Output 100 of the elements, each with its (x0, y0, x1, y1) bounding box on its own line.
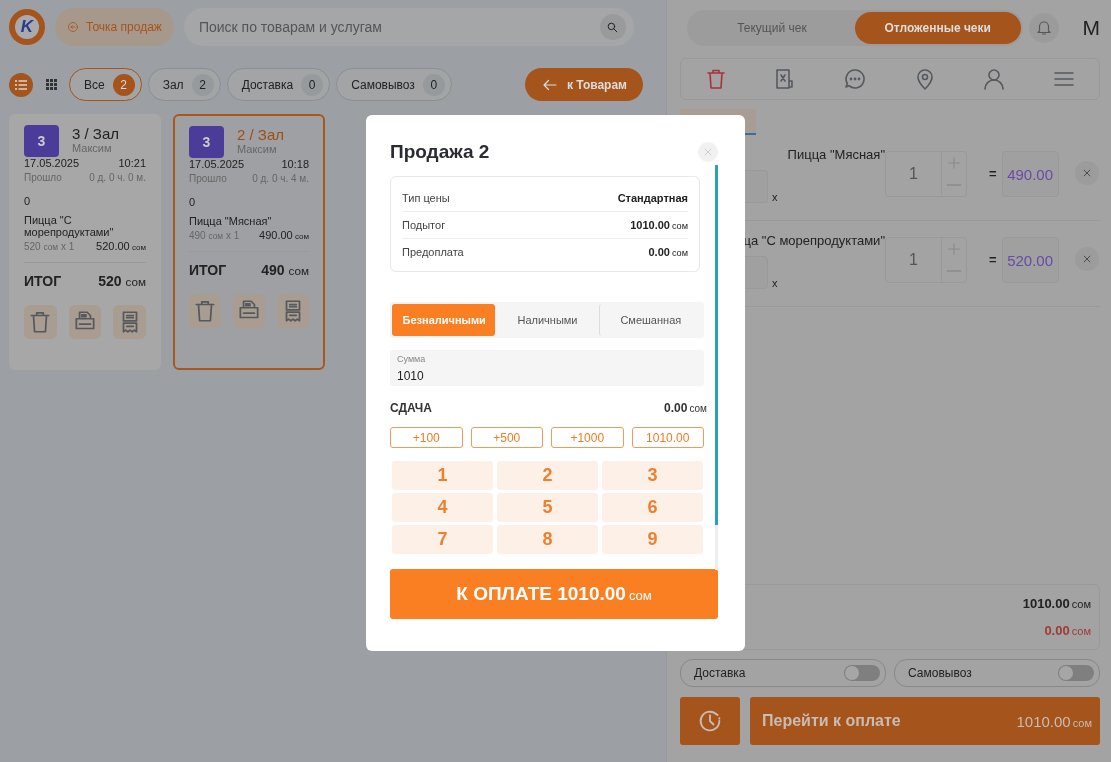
order-title: 3 / Зал (72, 125, 119, 142)
toggle-switch[interactable] (1058, 665, 1094, 681)
keypad-key[interactable]: 9 (602, 525, 703, 554)
equals-sign: = (989, 252, 997, 267)
print-button[interactable] (233, 294, 265, 328)
order-date: 17.05.2025 (24, 157, 80, 169)
bell-icon (1034, 19, 1053, 37)
receipt-tab[interactable]: Отложенные чеки (854, 12, 1021, 44)
payment-method-tab[interactable]: Безналичными (392, 304, 496, 336)
order-date: 17.05.2025 (189, 158, 245, 170)
chat-bubble-icon (843, 67, 868, 91)
order-total: 1010.00сом (1022, 596, 1091, 611)
multiply-sign: x (772, 191, 778, 203)
toggle-label: Самовывоз (908, 666, 972, 680)
comment-tool[interactable] (843, 67, 868, 91)
total-label: ИТОГ (24, 273, 62, 289)
trash-icon (192, 298, 218, 324)
keypad-key[interactable]: 7 (392, 525, 493, 554)
quick-amount-button[interactable]: +500 (470, 427, 543, 448)
delete-button[interactable] (189, 294, 221, 328)
search-icon (606, 20, 620, 34)
item-sum: 490.00 сом (259, 229, 309, 241)
close-icon (703, 147, 713, 157)
close-icon (1081, 254, 1092, 264)
multiply-sign: x (772, 277, 778, 289)
order-time: 10:18 (281, 158, 309, 170)
quick-amount-button[interactable]: +1000 (551, 427, 624, 448)
line-sum: 490.00 (1001, 151, 1059, 197)
close-icon (1081, 168, 1092, 178)
keypad-key[interactable]: 3 (602, 461, 703, 490)
field-label: Сумма (397, 354, 426, 364)
filter-chip[interactable]: Самовывоз 0 (336, 68, 452, 101)
unit-price: 520 сом x 1 (24, 241, 75, 252)
info-value: Стандартная (617, 192, 688, 204)
info-value: 0.00 сом (648, 246, 688, 258)
close-button[interactable] (698, 142, 718, 162)
customer-tool[interactable] (982, 67, 1007, 91)
toggle-label: Доставка (694, 666, 746, 680)
pay-button[interactable]: К ОПЛАТЕ 1010.00 сом (390, 569, 718, 619)
total-amount: 490 сом (261, 262, 309, 278)
receipt-button[interactable] (277, 294, 309, 328)
table-badge: 3 (189, 126, 224, 158)
view-mode-button[interactable] (9, 72, 33, 97)
order-card[interactable]: 3 3 / Зал Максим 17.05.2025 10:21 Прошло 0 д. 0 ч. 0 м. 0 Пицца "С морепродуктами" 520 сом x 1 520.00 сом ИТОГ 520 сом (9, 114, 161, 370)
guest-count: 0 (24, 195, 31, 207)
info-label: Тип цены (402, 192, 450, 204)
item-name: Пицца "С морепродуктами" (24, 214, 115, 238)
payment-method-tab[interactable]: Смешанная (598, 304, 702, 336)
user-initial[interactable]: М (1082, 16, 1100, 40)
quick-amount-button[interactable]: 1010.00 (631, 427, 704, 448)
keypad-key[interactable]: 5 (497, 493, 598, 522)
info-label: Предоплата (402, 246, 464, 258)
item-name: Пицца "Мясная" (787, 147, 885, 162)
list-icon (15, 79, 27, 90)
keypad-key[interactable]: 6 (602, 493, 703, 522)
waiter-name: Максим (72, 142, 113, 154)
print-button[interactable] (68, 305, 102, 339)
keypad-key[interactable]: 8 (497, 525, 598, 554)
change-amount: 0.00 сом (664, 401, 707, 415)
order-time: 10:21 (118, 157, 146, 169)
elapsed-label: Прошло (24, 172, 62, 183)
point-of-sale-button[interactable]: Точка продаж (55, 8, 174, 46)
search-field[interactable]: Поиск по товарам и услугам (183, 8, 634, 46)
waiter-name: Максим (237, 143, 278, 155)
receipt-button[interactable] (113, 305, 146, 339)
total-label: ИТОГ (189, 262, 227, 278)
payment-method-tab[interactable]: Наличными (495, 304, 599, 336)
unit-price: 490 сом x 1 (189, 230, 240, 241)
keypad-key[interactable]: 4 (392, 493, 493, 522)
item-name: Пицца "Мясная" (189, 215, 273, 227)
quick-amount-button[interactable]: +100 (390, 427, 463, 448)
total-amount: 520 сом (98, 273, 146, 289)
item-sum: 520.00 сом (96, 240, 146, 252)
dialog-title: Продажа 2 (390, 141, 490, 163)
filter-chip[interactable]: Доставка 0 (226, 68, 331, 101)
guest-count: 0 (189, 196, 196, 208)
defer-button[interactable] (680, 697, 740, 745)
order-title: 2 / Зал (237, 126, 284, 143)
info-value: 1010.00 сом (630, 219, 688, 231)
scrollbar[interactable] (715, 165, 718, 570)
equals-sign: = (989, 166, 997, 181)
table-badge: 3 (24, 125, 59, 157)
grid-icon (45, 79, 57, 90)
delete-button[interactable] (24, 305, 57, 339)
keypad-key[interactable]: 2 (497, 461, 598, 490)
user-icon (982, 67, 1007, 91)
line-sum: 520.00 (1001, 237, 1059, 283)
amount-due: 0.00сом (1044, 623, 1091, 638)
receipt-tab[interactable]: Текущий чек (689, 12, 855, 44)
toggle-switch[interactable] (844, 665, 880, 681)
filter-chip[interactable]: Все 2 (69, 68, 142, 101)
notifications-button[interactable] (1028, 13, 1059, 43)
elapsed-time: 0 д. 0 ч. 0 м. (89, 172, 146, 183)
filter-chip[interactable]: Зал 2 (147, 68, 221, 101)
keypad-key[interactable]: 1 (392, 461, 493, 490)
info-label: Подытог (402, 219, 446, 231)
proceed-to-payment-button[interactable]: Перейти к оплате 1010.00 сом (750, 697, 1100, 745)
change-label: СДАЧА (390, 401, 432, 415)
elapsed-label: Прошло (189, 173, 227, 184)
back-to-products-button[interactable]: к Товарам (524, 68, 643, 101)
